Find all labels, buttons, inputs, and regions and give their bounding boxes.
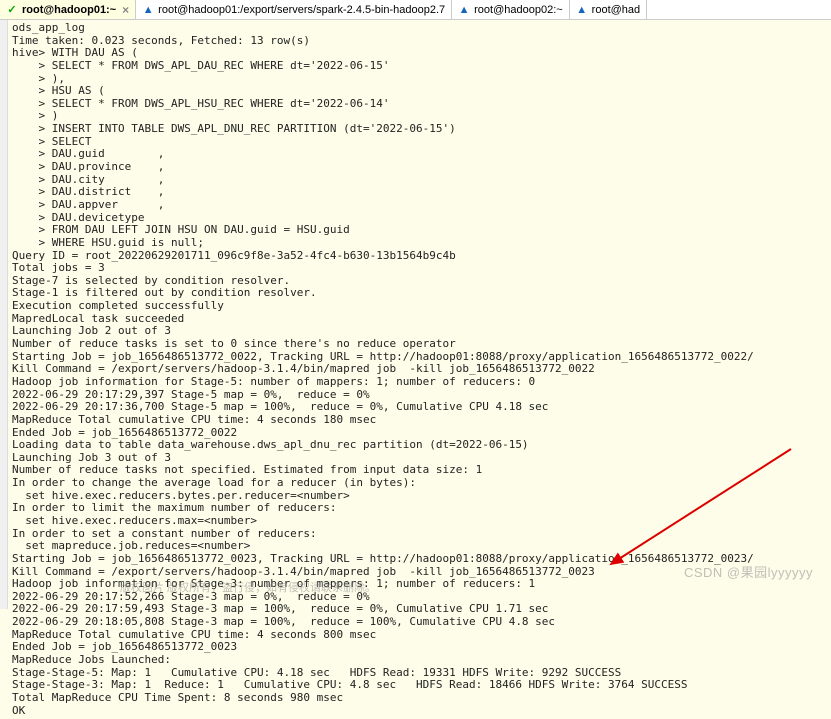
- tab-label: root@had: [592, 4, 640, 16]
- warn-icon: ▲: [142, 4, 154, 16]
- warn-icon: ▲: [458, 4, 470, 16]
- tab-hadoop-partial[interactable]: ▲ root@had: [570, 0, 647, 19]
- left-gutter: [0, 20, 8, 609]
- watermark-text: CSDN @果园lyyyyyy: [684, 562, 813, 581]
- tab-label: root@hadoop01:/export/servers/spark-2.4.…: [158, 4, 445, 16]
- tab-hadoop01-home[interactable]: ✓ root@hadoop01:~ ×: [0, 0, 136, 19]
- tab-label: root@hadoop02:~: [474, 4, 563, 16]
- tab-hadoop02-home[interactable]: ▲ root@hadoop02:~: [452, 0, 570, 19]
- tab-bar: ✓ root@hadoop01:~ × ▲ root@hadoop01:/exp…: [0, 0, 831, 20]
- terminal-output[interactable]: ods_app_log Time taken: 0.023 seconds, F…: [8, 20, 831, 719]
- tab-hadoop01-spark[interactable]: ▲ root@hadoop01:/export/servers/spark-2.…: [136, 0, 452, 19]
- tab-label: root@hadoop01:~: [22, 4, 116, 16]
- close-icon[interactable]: ×: [122, 3, 129, 17]
- footer-copyright: 版权图片 版权所有，盗行侵；如有侵权请联系删除。: [120, 579, 376, 595]
- check-icon: ✓: [6, 4, 18, 16]
- warn-icon: ▲: [576, 4, 588, 16]
